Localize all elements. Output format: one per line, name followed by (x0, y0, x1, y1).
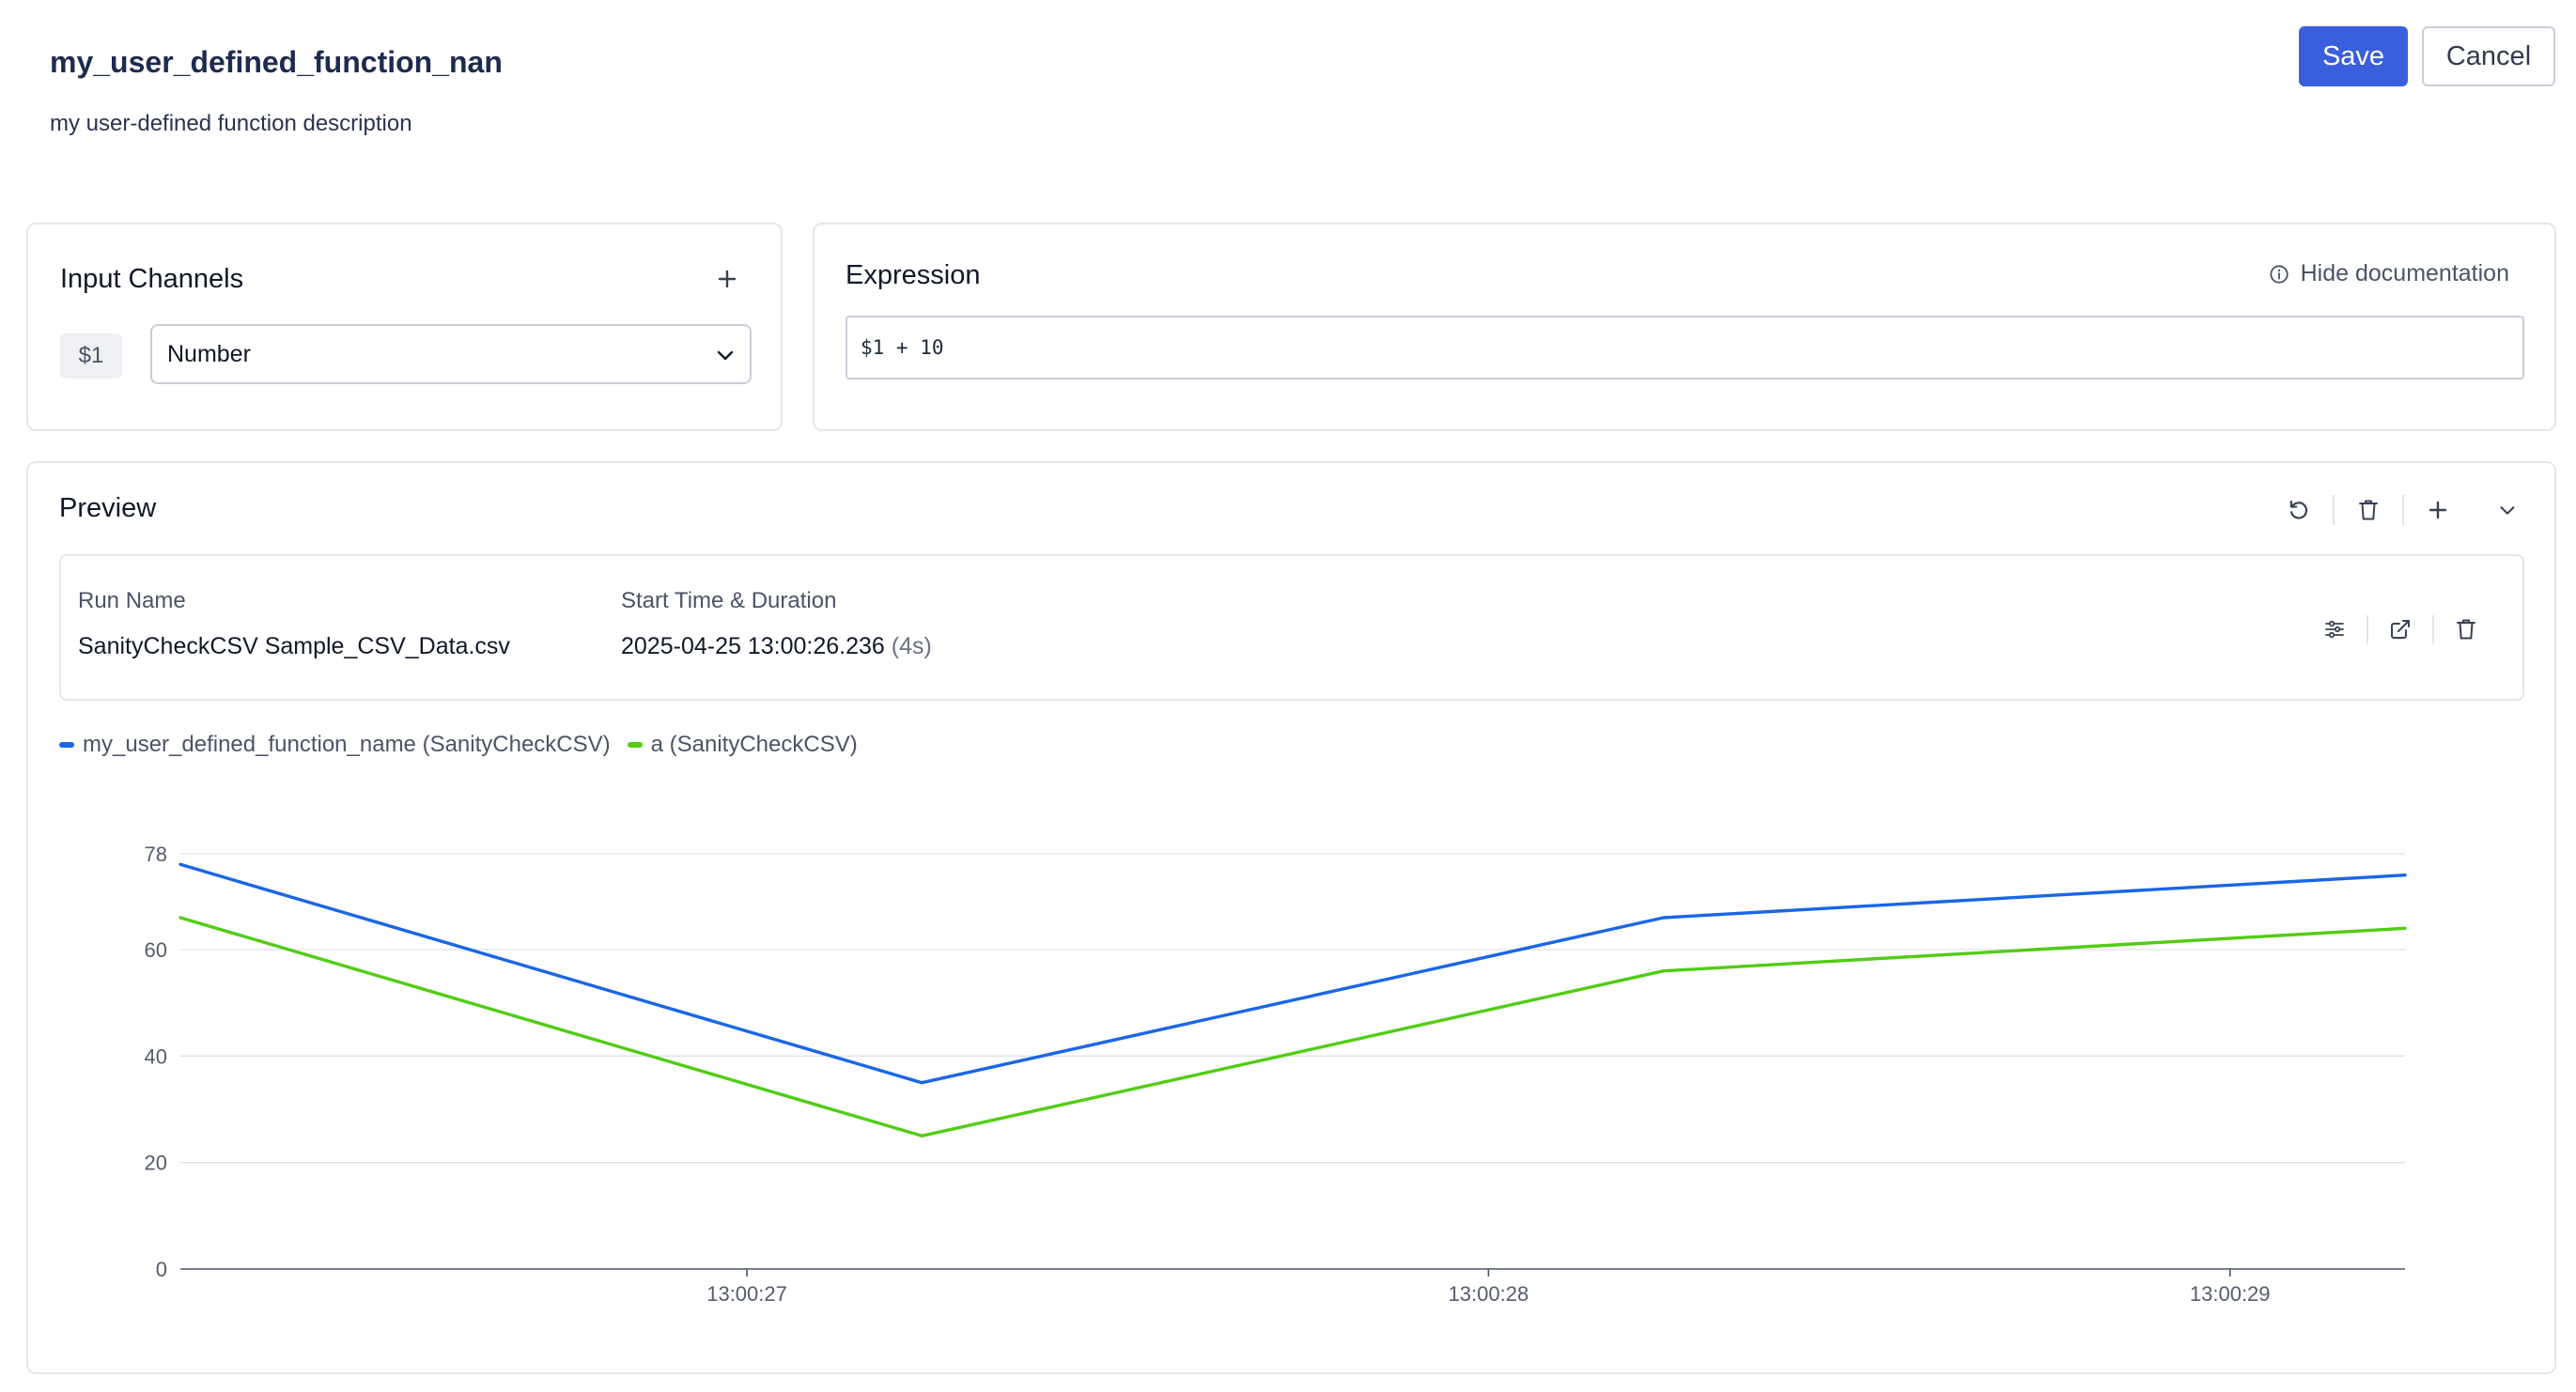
series-line-function[interactable] (178, 862, 2407, 1085)
info-icon (2270, 264, 2289, 284)
y-tick-label: 0 (156, 1258, 167, 1281)
preview-chart[interactable]: 0 20 40 60 78 13:00:27 13:00:28 13:00:29 (28, 463, 2554, 1372)
channel-type-value: Number (167, 340, 251, 367)
x-tick-label: 13:00:29 (2190, 1282, 2271, 1306)
y-tick-label: 78 (145, 843, 167, 866)
hide-documentation-button[interactable]: Hide documentation (2269, 260, 2509, 287)
input-channels-card: Input Channels $1 Number (26, 223, 783, 431)
chevron-down-icon (717, 350, 734, 361)
expression-input[interactable]: $1 + 10 (846, 316, 2524, 379)
y-tick-label: 20 (145, 1152, 167, 1175)
save-button[interactable]: Save (2299, 26, 2408, 86)
page-description: my user-defined function description (50, 111, 412, 136)
input-channels-title: Input Channels (60, 264, 244, 294)
expression-card: Expression Hide documentation $1 + 10 (813, 223, 2556, 431)
expression-title: Expression (846, 260, 981, 290)
preview-card: Preview Run Name Start Time & Duration S… (26, 461, 2556, 1374)
x-tick-label: 13:00:27 (706, 1282, 787, 1306)
page-title: my_user_defined_function_nan (50, 45, 503, 79)
plus-icon (718, 270, 737, 288)
channel-type-select[interactable]: Number (150, 324, 752, 384)
y-tick-label: 40 (145, 1044, 167, 1068)
channel-variable-badge: $1 (60, 333, 122, 379)
cancel-button[interactable]: Cancel (2422, 26, 2555, 86)
add-channel-button[interactable] (708, 260, 746, 298)
x-tick-label: 13:00:28 (1449, 1282, 1529, 1306)
hide-documentation-label: Hide documentation (2300, 260, 2509, 286)
series-line-a[interactable] (178, 916, 2407, 1137)
y-tick-label: 60 (145, 938, 167, 962)
